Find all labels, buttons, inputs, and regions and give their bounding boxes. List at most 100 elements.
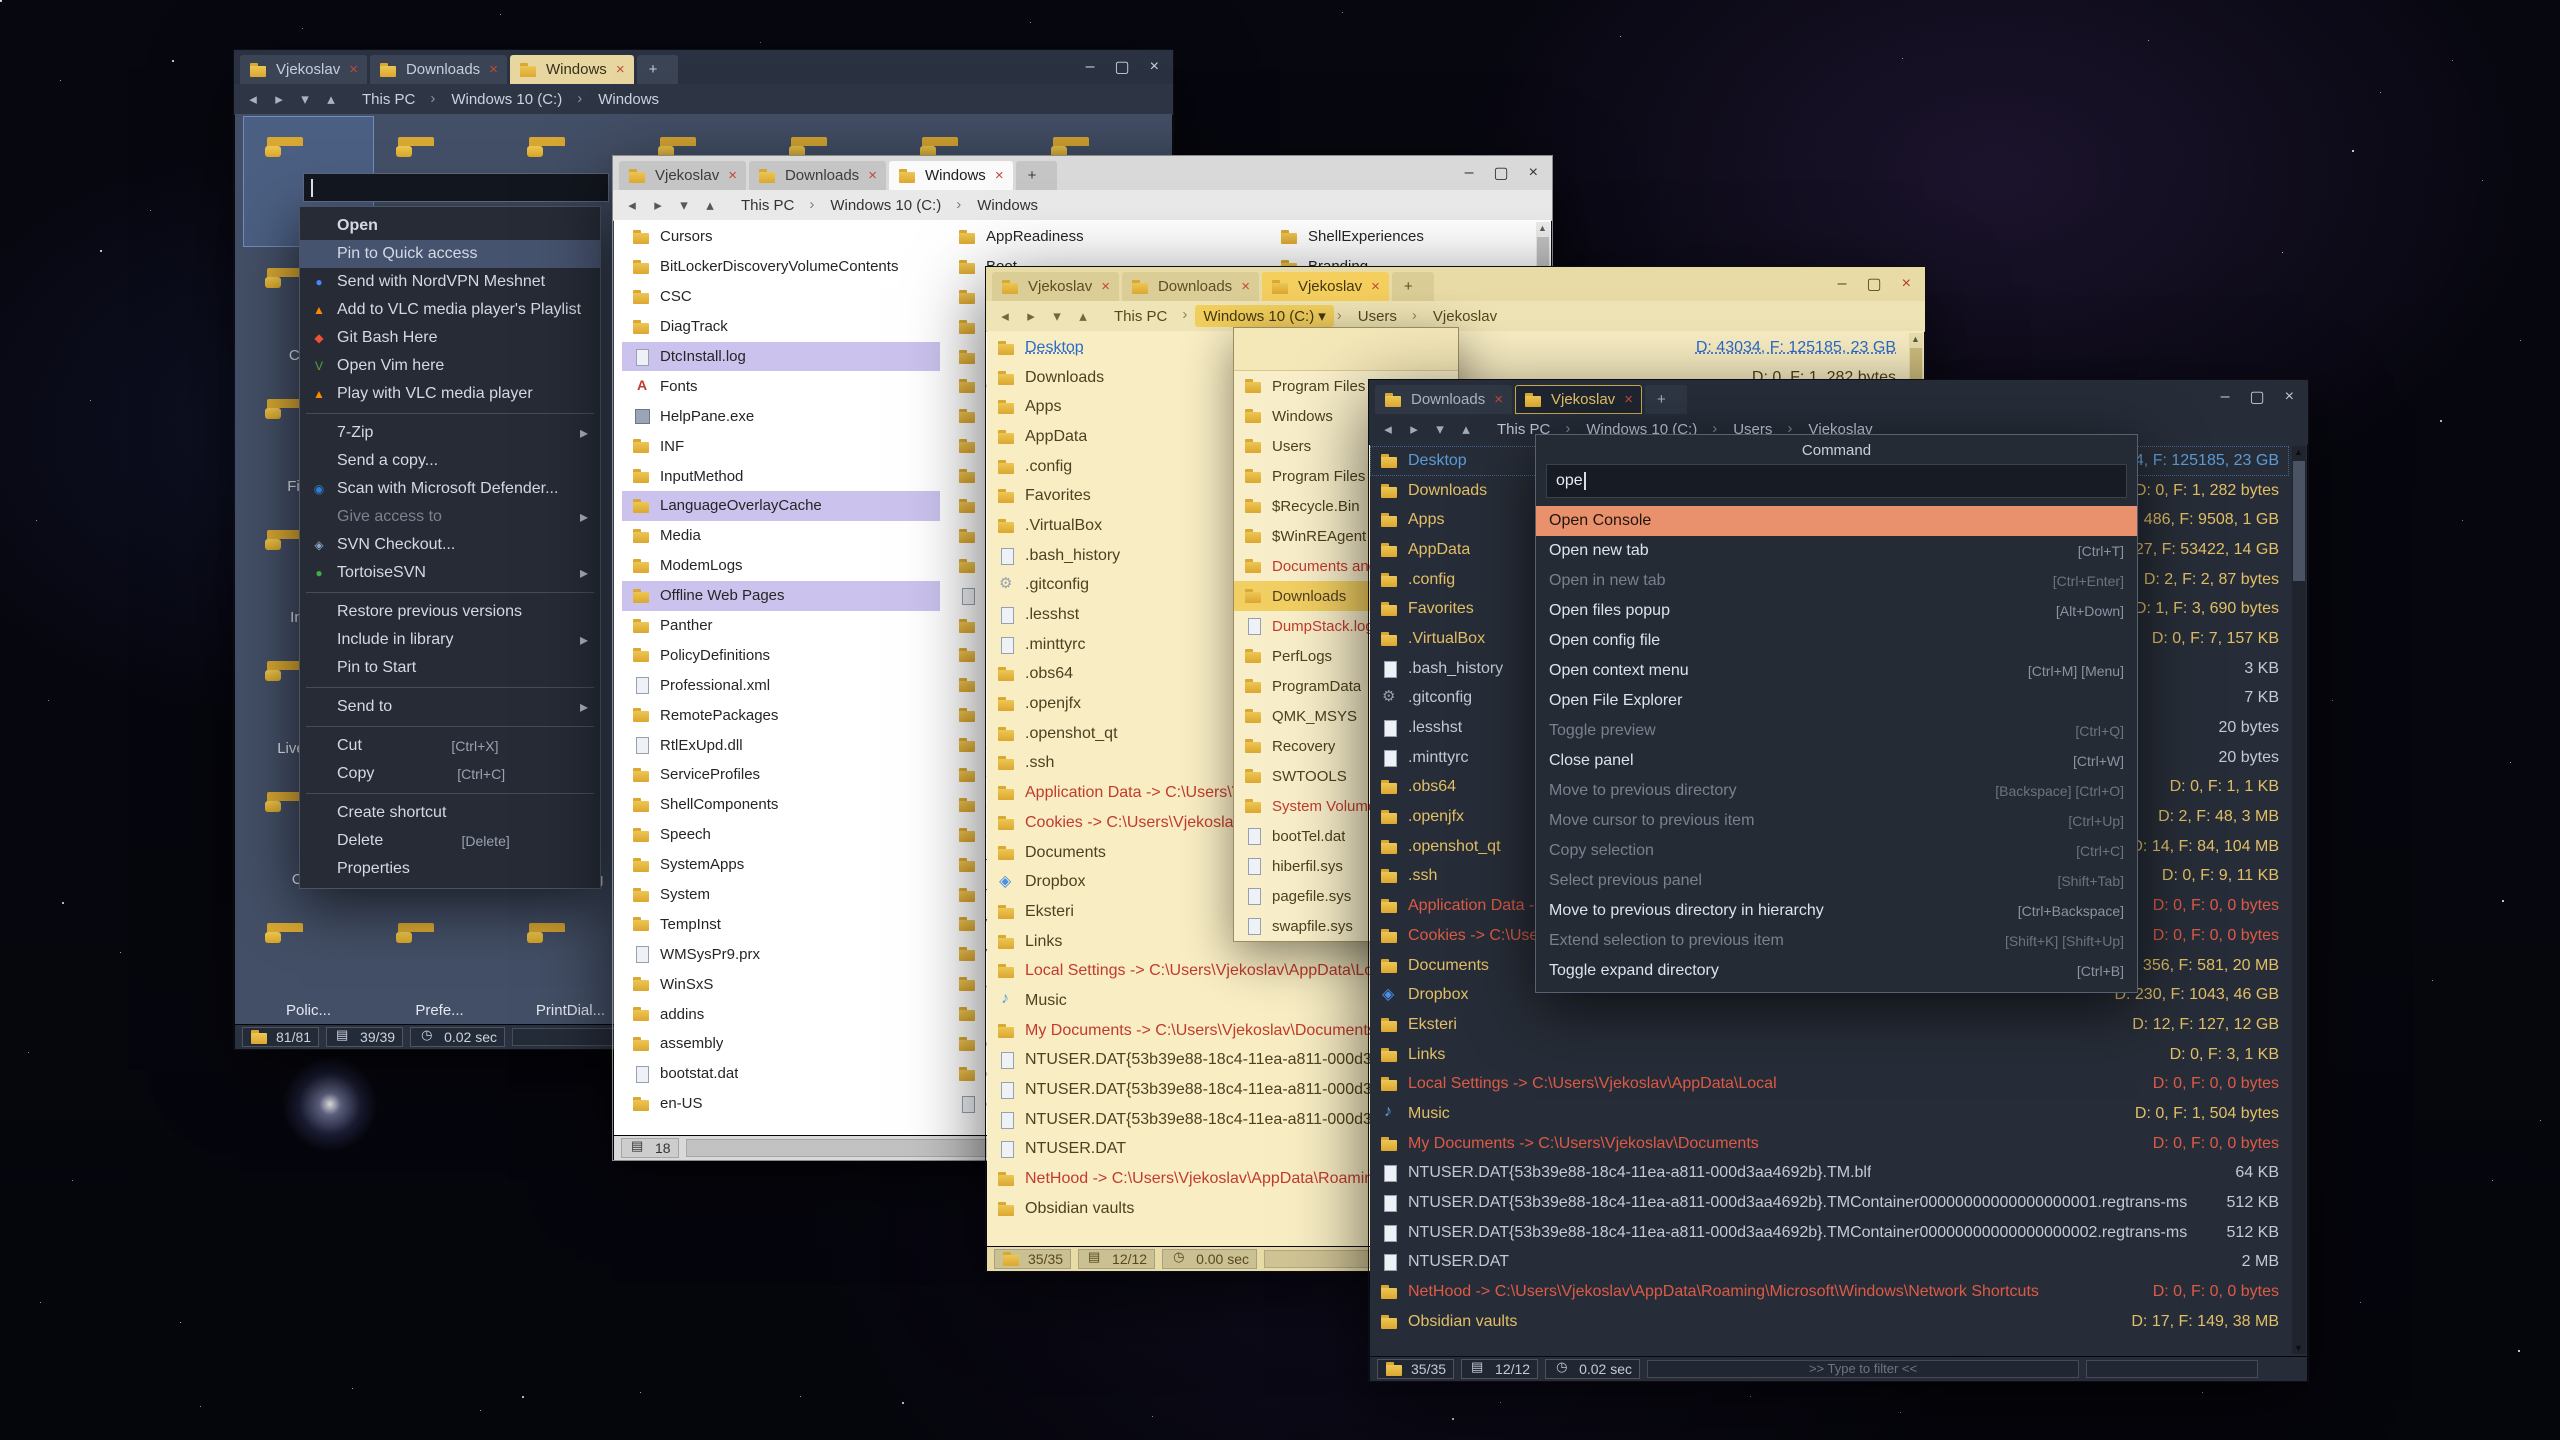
file-row[interactable]: WinSxS <box>622 969 940 999</box>
grid-item[interactable]: Prefe... <box>374 902 505 1024</box>
close-button[interactable]: × <box>1150 58 1159 76</box>
file-row[interactable]: InputMethod <box>622 461 940 491</box>
tab[interactable]: Vjekoslav × <box>1262 272 1389 301</box>
palette-item[interactable]: Open files popup [Alt+Down] <box>1536 596 2137 626</box>
maximize-button[interactable]: ▢ <box>1867 274 1882 294</box>
tab[interactable]: + <box>637 55 679 84</box>
popup-filter-box[interactable] <box>1234 328 1458 371</box>
file-row[interactable]: DtcInstall.log <box>622 342 940 372</box>
rename-input[interactable] <box>303 173 609 202</box>
palette-item[interactable]: Open Console <box>1536 506 2137 536</box>
breadcrumb-item[interactable]: This PC <box>354 89 427 110</box>
titlebar[interactable]: Vjekoslav × Downloads × Windows × + <box>234 50 1173 84</box>
breadcrumb-item[interactable]: Windows <box>969 195 1050 216</box>
file-row[interactable]: WMSysPr9.prx <box>622 939 940 969</box>
context-menu-item[interactable] <box>300 788 600 799</box>
scrollbar-thumb[interactable] <box>2293 461 2305 581</box>
tab-close-icon[interactable]: × <box>728 167 737 184</box>
context-menu-item[interactable]: Pin to Start <box>300 654 600 682</box>
palette-item[interactable]: Extend selection to previous item [Shift… <box>1536 926 2137 956</box>
file-row[interactable]: assembly <box>622 1029 940 1059</box>
tab[interactable]: Windows × <box>889 161 1013 190</box>
file-row[interactable]: HelpPane.exe <box>622 401 940 431</box>
file-row[interactable]: Media <box>622 521 940 551</box>
context-menu-item[interactable]: ◈ SVN Checkout... <box>300 531 600 559</box>
palette-item[interactable]: Open new tab [Ctrl+T] <box>1536 536 2137 566</box>
tab[interactable]: Windows × <box>510 55 634 84</box>
file-row[interactable]: NTUSER.DAT{53b39e88-18c4-11ea-a811-000d3… <box>1370 1188 2289 1218</box>
up-icon[interactable]: ▴ <box>322 90 340 108</box>
file-row[interactable]: CSC <box>622 282 940 312</box>
back-icon[interactable]: ◂ <box>996 307 1014 325</box>
titlebar[interactable]: Downloads × Vjekoslav × + – ▢ × <box>1369 380 2308 414</box>
palette-item[interactable]: Open in new tab [Ctrl+Enter] <box>1536 566 2137 596</box>
tab[interactable]: + <box>1645 385 1687 414</box>
tab[interactable]: Downloads × <box>1122 272 1259 301</box>
context-menu-item[interactable]: Give access to ▸ <box>300 503 600 531</box>
palette-item[interactable]: Open File Explorer <box>1536 686 2137 716</box>
close-button[interactable]: × <box>1902 275 1911 293</box>
scrollbar[interactable] <box>2292 446 2306 1354</box>
file-row[interactable]: LanguageOverlayCache <box>622 491 940 521</box>
file-row[interactable]: SystemApps <box>622 850 940 880</box>
tab[interactable]: Vjekoslav × <box>992 272 1119 301</box>
palette-item[interactable]: Open context menu [Ctrl+M] [Menu] <box>1536 656 2137 686</box>
context-menu-item[interactable]: Send a copy... <box>300 447 600 475</box>
menu-icon[interactable]: ▾ <box>675 196 693 214</box>
palette-search-input[interactable]: ope <box>1546 464 2127 498</box>
context-menu-item[interactable]: ▲ Play with VLC media player <box>300 380 600 408</box>
tab-close-icon[interactable]: × <box>489 61 498 78</box>
file-row[interactable]: PolicyDefinitions <box>622 640 940 670</box>
minimize-button[interactable]: – <box>1086 58 1095 76</box>
maximize-button[interactable]: ▢ <box>2250 387 2265 407</box>
context-menu-item[interactable]: ● Send with NordVPN Meshnet <box>300 268 600 296</box>
file-row[interactable]: ShellExperiences <box>1270 222 1551 252</box>
file-row[interactable]: RemotePackages <box>622 700 940 730</box>
grid-item[interactable]: Polic... <box>243 902 374 1024</box>
menu-icon[interactable]: ▾ <box>1048 307 1066 325</box>
context-menu-item[interactable]: ▲ Add to VLC media player's Playlist <box>300 296 600 324</box>
file-row[interactable]: Obsidian vaults D: 17, F: 149, 38 MB <box>1370 1307 2289 1337</box>
file-row[interactable]: Fonts <box>622 371 940 401</box>
breadcrumb-item[interactable]: This PC <box>1106 306 1179 327</box>
tab[interactable]: Vjekoslav × <box>1515 385 1642 414</box>
palette-item[interactable]: Close panel [Ctrl+W] <box>1536 746 2137 776</box>
file-row[interactable]: Local Settings -> C:\Users\Vjekoslav\App… <box>1370 1069 2289 1099</box>
tab[interactable]: + <box>1016 161 1058 190</box>
tab-close-icon[interactable]: × <box>1494 391 1503 408</box>
tab-close-icon[interactable]: × <box>1624 391 1633 408</box>
context-menu-item[interactable]: ◉ Scan with Microsoft Defender... <box>300 475 600 503</box>
file-row[interactable]: INF <box>622 431 940 461</box>
back-icon[interactable]: ◂ <box>623 196 641 214</box>
tab-close-icon[interactable]: × <box>1371 278 1380 295</box>
breadcrumb-item[interactable]: Windows 10 (C:) ▾ <box>1195 305 1333 327</box>
palette-item[interactable]: Toggle expand directory [Ctrl+B] <box>1536 956 2137 986</box>
minimize-button[interactable]: – <box>1465 164 1474 182</box>
context-menu-item[interactable] <box>300 408 600 419</box>
context-menu-item[interactable]: Properties <box>300 855 600 883</box>
context-menu-item[interactable]: ◆ Git Bash Here <box>300 324 600 352</box>
menu-icon[interactable]: ▾ <box>296 90 314 108</box>
tab[interactable]: Vjekoslav × <box>240 55 367 84</box>
context-menu-item[interactable] <box>300 721 600 732</box>
file-row[interactable]: DiagTrack <box>622 312 940 342</box>
context-menu-item[interactable]: Send to ▸ <box>300 693 600 721</box>
maximize-button[interactable]: ▢ <box>1494 163 1509 183</box>
file-row[interactable]: RtlExUpd.dll <box>622 730 940 760</box>
tab[interactable]: Downloads × <box>370 55 507 84</box>
file-row[interactable]: NTUSER.DAT{53b39e88-18c4-11ea-a811-000d3… <box>1370 1218 2289 1248</box>
palette-item[interactable]: Move cursor to previous item [Ctrl+Up] <box>1536 806 2137 836</box>
file-row[interactable]: NTUSER.DAT 2 MB <box>1370 1248 2289 1278</box>
maximize-button[interactable]: ▢ <box>1115 57 1130 77</box>
context-menu-item[interactable] <box>300 587 600 598</box>
palette-item[interactable]: Copy selection [Ctrl+C] <box>1536 836 2137 866</box>
file-row[interactable]: Panther <box>622 611 940 641</box>
titlebar[interactable]: Vjekoslav × Downloads × Vjekoslav × + <box>986 267 1925 301</box>
breadcrumb-item[interactable]: Windows 10 (C:) <box>822 195 953 216</box>
file-row[interactable]: Speech <box>622 820 940 850</box>
file-row[interactable]: TempInst <box>622 909 940 939</box>
file-row[interactable]: System <box>622 880 940 910</box>
close-button[interactable]: × <box>1529 164 1538 182</box>
file-row[interactable]: AppReadiness <box>948 222 1266 252</box>
tab[interactable]: Vjekoslav × <box>619 161 746 190</box>
